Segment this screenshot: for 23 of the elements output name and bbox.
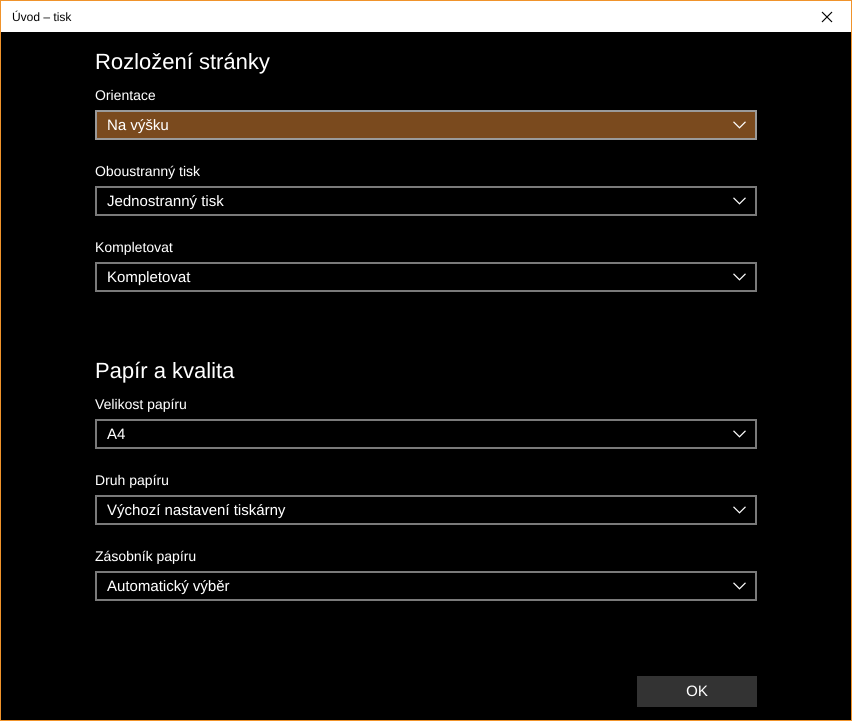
chevron-icon [733,197,746,205]
close-icon[interactable] [821,10,833,22]
chevron-icon [733,121,746,129]
window-title: Úvod – tisk [12,10,72,24]
field-label: Druh papíru [95,471,169,490]
section-heading: Rozložení stránky [95,48,271,76]
chevron-icon [733,506,746,514]
field-label: Oboustranný tisk [95,162,200,181]
field-label: Orientace [95,86,156,105]
chevron-icon [733,273,746,281]
dropdown[interactable]: Automatický výběr [95,571,757,601]
field-label: Zásobník papíru [95,547,196,566]
chevron-icon [733,582,746,590]
dropdown[interactable]: Jednostranný tisk [95,186,757,216]
section-heading: Papír a kvalita [95,357,236,385]
ok-button[interactable]: OK [637,676,757,707]
dropdown[interactable]: A4 [95,419,757,449]
dropdown[interactable]: Kompletovat [95,262,757,292]
field-label: Kompletovat [95,238,173,257]
field-label: Velikost papíru [95,395,187,414]
dropdown[interactable]: Výchozí nastavení tiskárny [95,495,757,525]
dropdown[interactable]: Na výšku [95,110,757,140]
chevron-icon [733,430,746,438]
